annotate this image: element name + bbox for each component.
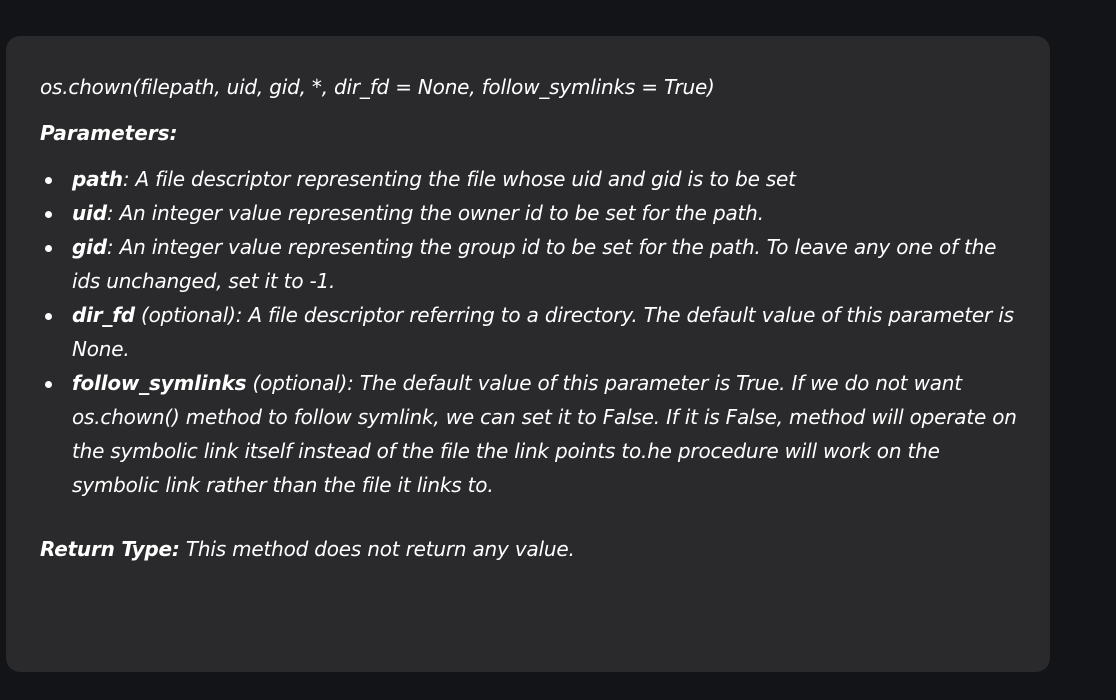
return-type-label: Return Type: <box>40 537 180 561</box>
param-item-path: path: A file descriptor representing the… <box>45 162 1020 196</box>
bullet-icon <box>45 211 52 218</box>
bullet-icon <box>45 381 52 388</box>
return-type: Return Type: This method does not return… <box>40 532 1020 566</box>
return-type-text: This method does not return any value. <box>179 537 575 561</box>
param-item-uid: uid: An integer value representing the o… <box>45 196 1020 230</box>
param-name: gid <box>72 235 107 259</box>
param-item-gid: gid: An integer value representing the g… <box>45 230 1020 298</box>
param-name: path <box>72 167 123 191</box>
param-name: follow_symlinks <box>72 371 247 395</box>
param-item-dir-fd: dir_fd (optional): A file descriptor ref… <box>45 298 1020 366</box>
param-name: dir_fd <box>72 303 135 327</box>
param-desc: : An integer value representing the owne… <box>106 201 764 225</box>
param-desc: : An integer value representing the grou… <box>72 235 997 293</box>
bullet-icon <box>45 177 52 184</box>
bullet-icon <box>45 313 52 320</box>
bullet-icon <box>45 245 52 252</box>
param-desc: : A file descriptor representing the fil… <box>122 167 796 191</box>
function-signature: os.chown(filepath, uid, gid, *, dir_fd =… <box>40 75 715 99</box>
param-qualifier: (optional) <box>246 371 348 395</box>
parameter-list: path: A file descriptor representing the… <box>40 162 1020 502</box>
param-item-follow-symlinks: follow_symlinks (optional): The default … <box>45 366 1020 502</box>
param-qualifier: (optional) <box>134 303 236 327</box>
param-name: uid <box>72 201 107 225</box>
doc-card: os.chown(filepath, uid, gid, *, dir_fd =… <box>6 36 1050 672</box>
parameters-heading: Parameters: <box>40 121 178 145</box>
